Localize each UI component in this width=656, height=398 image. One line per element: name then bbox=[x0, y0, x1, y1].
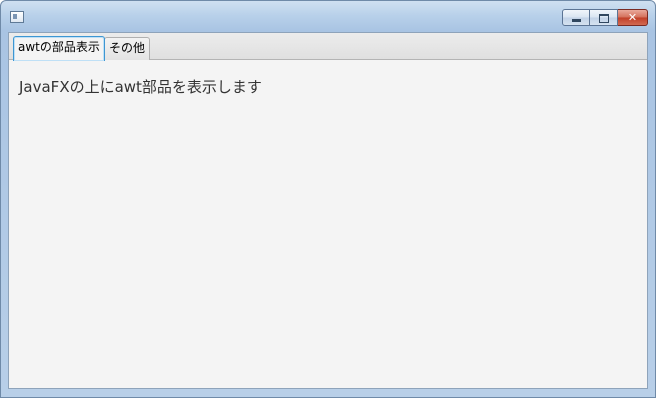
minimize-button[interactable] bbox=[562, 9, 590, 26]
app-window-icon[interactable] bbox=[10, 11, 24, 23]
tab-content-pane: JavaFXの上にawt部品を表示します bbox=[9, 60, 647, 388]
maximize-button[interactable] bbox=[590, 9, 618, 26]
maximize-icon bbox=[599, 14, 609, 23]
close-icon: ✕ bbox=[627, 11, 638, 24]
tab-other[interactable]: その他 bbox=[104, 37, 151, 60]
client-area: awtの部品表示 その他 JavaFXの上にawt部品を表示します bbox=[8, 32, 648, 389]
caption-buttons: ✕ bbox=[562, 9, 648, 27]
minimize-icon bbox=[572, 19, 581, 22]
application-window: ✕ awtの部品表示 その他 JavaFXの上にawt部品を表示します bbox=[0, 0, 656, 398]
info-label: JavaFXの上にawt部品を表示します bbox=[19, 78, 262, 96]
title-bar[interactable]: ✕ bbox=[1, 1, 655, 32]
tab-awt-components[interactable]: awtの部品表示 bbox=[13, 36, 105, 61]
tab-bar: awtの部品表示 その他 bbox=[9, 33, 647, 61]
close-button[interactable]: ✕ bbox=[618, 9, 648, 26]
